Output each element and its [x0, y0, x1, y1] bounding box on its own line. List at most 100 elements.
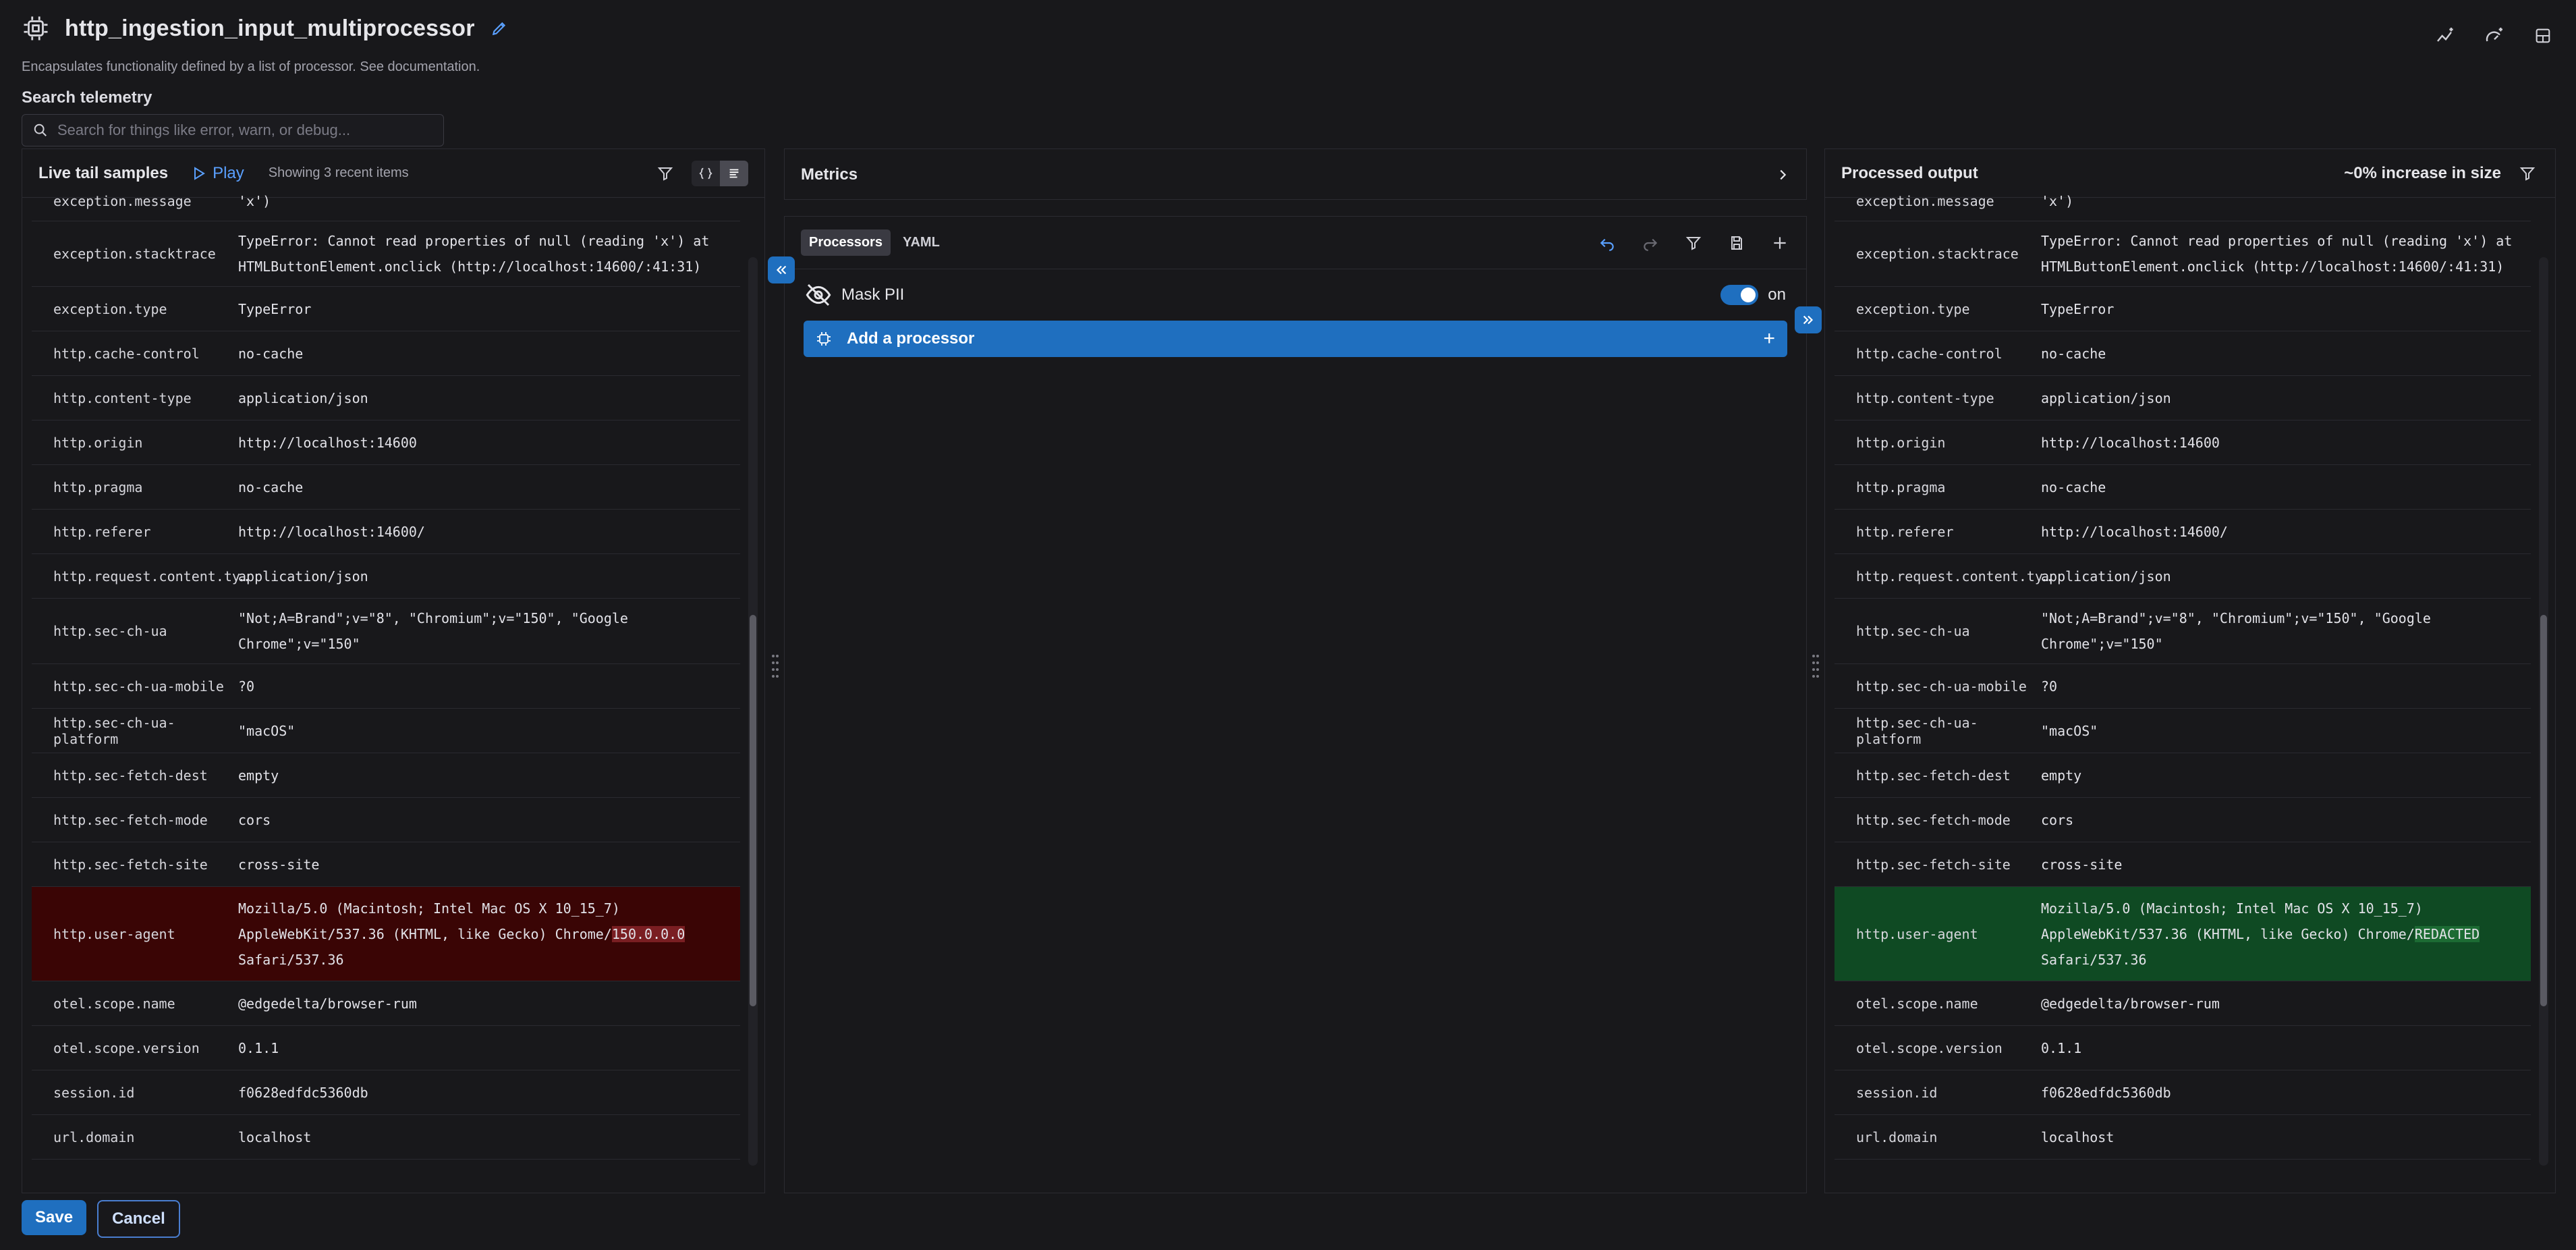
edit-pencil-icon[interactable]: [490, 19, 509, 38]
table-row[interactable]: otel.scope.version 0.1.1: [1835, 1026, 2531, 1070]
row-key: http.pragma: [1856, 479, 1946, 495]
play-button[interactable]: Play: [192, 164, 244, 183]
row-key: http.origin: [53, 434, 143, 451]
table-row[interactable]: otel.scope.name @edgedelta/browser-rum: [32, 981, 740, 1026]
table-row[interactable]: http.content-type application/json: [32, 376, 740, 420]
row-value: Mozilla/5.0 (Macintosh; Intel Mac OS X 1…: [2041, 889, 2531, 979]
mask-pii-row[interactable]: Mask PII on: [785, 269, 1806, 321]
table-row[interactable]: http.sec-ch-ua-mobile ?0: [1835, 664, 2531, 709]
search-box[interactable]: [22, 114, 444, 146]
table-row[interactable]: http.pragma no-cache: [32, 465, 740, 510]
left-scrollbar[interactable]: [748, 257, 758, 1166]
cancel-button[interactable]: Cancel: [97, 1200, 180, 1238]
table-row[interactable]: http.sec-fetch-dest empty: [32, 753, 740, 798]
mask-pii-switch[interactable]: on: [1720, 285, 1786, 305]
row-value: no-cache: [238, 479, 304, 495]
row-key: http.sec-fetch-site: [1856, 856, 2011, 873]
plus-icon: +: [1763, 327, 1775, 350]
collapse-left-button[interactable]: [768, 256, 795, 283]
row-key: otel.scope.version: [1856, 1039, 2003, 1056]
table-row[interactable]: http.request.content.ty… application/json: [32, 554, 740, 599]
chevron-right-icon[interactable]: [1775, 167, 1790, 182]
save-icon[interactable]: [1727, 233, 1747, 253]
table-row[interactable]: http.content-type application/json: [1835, 376, 2531, 420]
right-scrollbar[interactable]: [2539, 257, 2548, 1166]
undo-icon[interactable]: [1597, 233, 1617, 253]
tab-yaml[interactable]: YAML: [895, 229, 948, 256]
table-row[interactable]: exception.message 'x'): [32, 182, 740, 221]
metrics-panel[interactable]: Metrics: [784, 148, 1807, 200]
collapse-right-button[interactable]: [1795, 306, 1822, 333]
row-value: cross-site: [2041, 856, 2123, 873]
table-row[interactable]: http.sec-ch-ua-mobile ?0: [32, 664, 740, 709]
row-key: url.domain: [53, 1129, 135, 1145]
row-value: application/json: [238, 389, 368, 406]
table-row[interactable]: http.sec-fetch-site cross-site: [1835, 842, 2531, 887]
table-row[interactable]: http.sec-ch-ua-platform "macOS": [1835, 709, 2531, 753]
row-key: http.sec-ch-ua-mobile: [53, 678, 224, 695]
table-row[interactable]: http.pragma no-cache: [1835, 465, 2531, 510]
row-value: no-cache: [2041, 479, 2106, 495]
row-value: localhost: [2041, 1129, 2115, 1145]
row-key: http.content-type: [53, 389, 192, 406]
redo-icon[interactable]: [1640, 233, 1660, 253]
sparkle-chart-icon[interactable]: [2434, 24, 2457, 47]
table-row[interactable]: exception.message 'x'): [1835, 182, 2531, 221]
table-row[interactable]: http.sec-ch-ua "Not;A=Brand";v="8", "Chro…: [32, 599, 740, 664]
double-chevron-right-icon: [1803, 315, 1814, 325]
left-resize-handle[interactable]: [771, 649, 780, 690]
table-row[interactable]: http.referer http://localhost:14600/: [32, 510, 740, 554]
table-row[interactable]: http.sec-fetch-site cross-site: [32, 842, 740, 887]
table-row[interactable]: http.cache-control no-cache: [32, 331, 740, 376]
table-row[interactable]: otel.scope.version 0.1.1: [32, 1026, 740, 1070]
row-key: session.id: [1856, 1084, 1938, 1101]
table-row[interactable]: url.domain localhost: [32, 1115, 740, 1160]
row-value: cors: [238, 811, 271, 828]
table-row[interactable]: exception.type TypeError: [32, 287, 740, 331]
table-row[interactable]: url.domain localhost: [1835, 1115, 2531, 1160]
table-row[interactable]: http.origin http://localhost:14600: [32, 420, 740, 465]
table-row[interactable]: http.cache-control no-cache: [1835, 331, 2531, 376]
table-row[interactable]: http.sec-ch-ua "Not;A=Brand";v="8", "Chro…: [1835, 599, 2531, 664]
table-row[interactable]: session.id f0628edfdc5360db: [32, 1070, 740, 1115]
table-row[interactable]: otel.scope.name @edgedelta/browser-rum: [1835, 981, 2531, 1026]
table-row[interactable]: http.sec-fetch-dest empty: [1835, 753, 2531, 798]
table-row[interactable]: exception.stacktrace TypeError: Cannot re…: [1835, 221, 2531, 287]
table-row[interactable]: http.origin http://localhost:14600: [1835, 420, 2531, 465]
search-input[interactable]: [56, 121, 432, 140]
row-value: "macOS": [2041, 722, 2098, 739]
redacted-value: REDACTED: [2414, 925, 2480, 942]
row-value: ?0: [238, 678, 255, 695]
table-row[interactable]: exception.stacktrace TypeError: Cannot re…: [32, 221, 740, 287]
gauge-add-icon[interactable]: [2483, 24, 2506, 47]
tab-processors[interactable]: Processors: [801, 229, 891, 256]
row-key: http.content-type: [1856, 389, 1994, 406]
filter-icon[interactable]: [1683, 233, 1704, 253]
table-row[interactable]: http.sec-ch-ua-platform "macOS": [32, 709, 740, 753]
row-key: session.id: [53, 1084, 135, 1101]
save-button[interactable]: Save: [22, 1200, 87, 1235]
row-value: @edgedelta/browser-rum: [238, 995, 417, 1012]
table-row[interactable]: exception.type TypeError: [1835, 287, 2531, 331]
table-row[interactable]: http.user-agent Mozilla/5.0 (Macintosh; I…: [1835, 887, 2531, 981]
row-key: http.cache-control: [1856, 345, 2003, 362]
add-processor-button[interactable]: Add a processor +: [804, 321, 1787, 357]
row-key: http.sec-ch-ua-mobile: [1856, 678, 2027, 695]
table-row[interactable]: http.sec-fetch-mode cors: [32, 798, 740, 842]
table-row[interactable]: session.id f0628edfdc5360db: [1835, 1070, 2531, 1115]
row-value: empty: [238, 767, 279, 784]
plus-icon[interactable]: [1770, 233, 1790, 253]
row-key: http.sec-ch-ua-platform: [1856, 714, 1978, 747]
row-key: url.domain: [1856, 1129, 1938, 1145]
table-row[interactable]: http.request.content.ty… application/json: [1835, 554, 2531, 599]
original-value: 150.0.0.0: [611, 925, 685, 942]
table-row[interactable]: http.referer http://localhost:14600/: [1835, 510, 2531, 554]
row-key: http.user-agent: [1856, 925, 1978, 942]
row-key: http.request.content.ty…: [1856, 568, 2051, 585]
right-resize-handle[interactable]: [1811, 649, 1820, 690]
table-row[interactable]: http.sec-fetch-mode cors: [1835, 798, 2531, 842]
panel-layout-icon[interactable]: [2531, 24, 2554, 47]
table-row[interactable]: http.user-agent Mozilla/5.0 (Macintosh; I…: [32, 887, 740, 981]
metrics-title: Metrics: [801, 165, 858, 184]
row-value: f0628edfdc5360db: [238, 1084, 368, 1101]
